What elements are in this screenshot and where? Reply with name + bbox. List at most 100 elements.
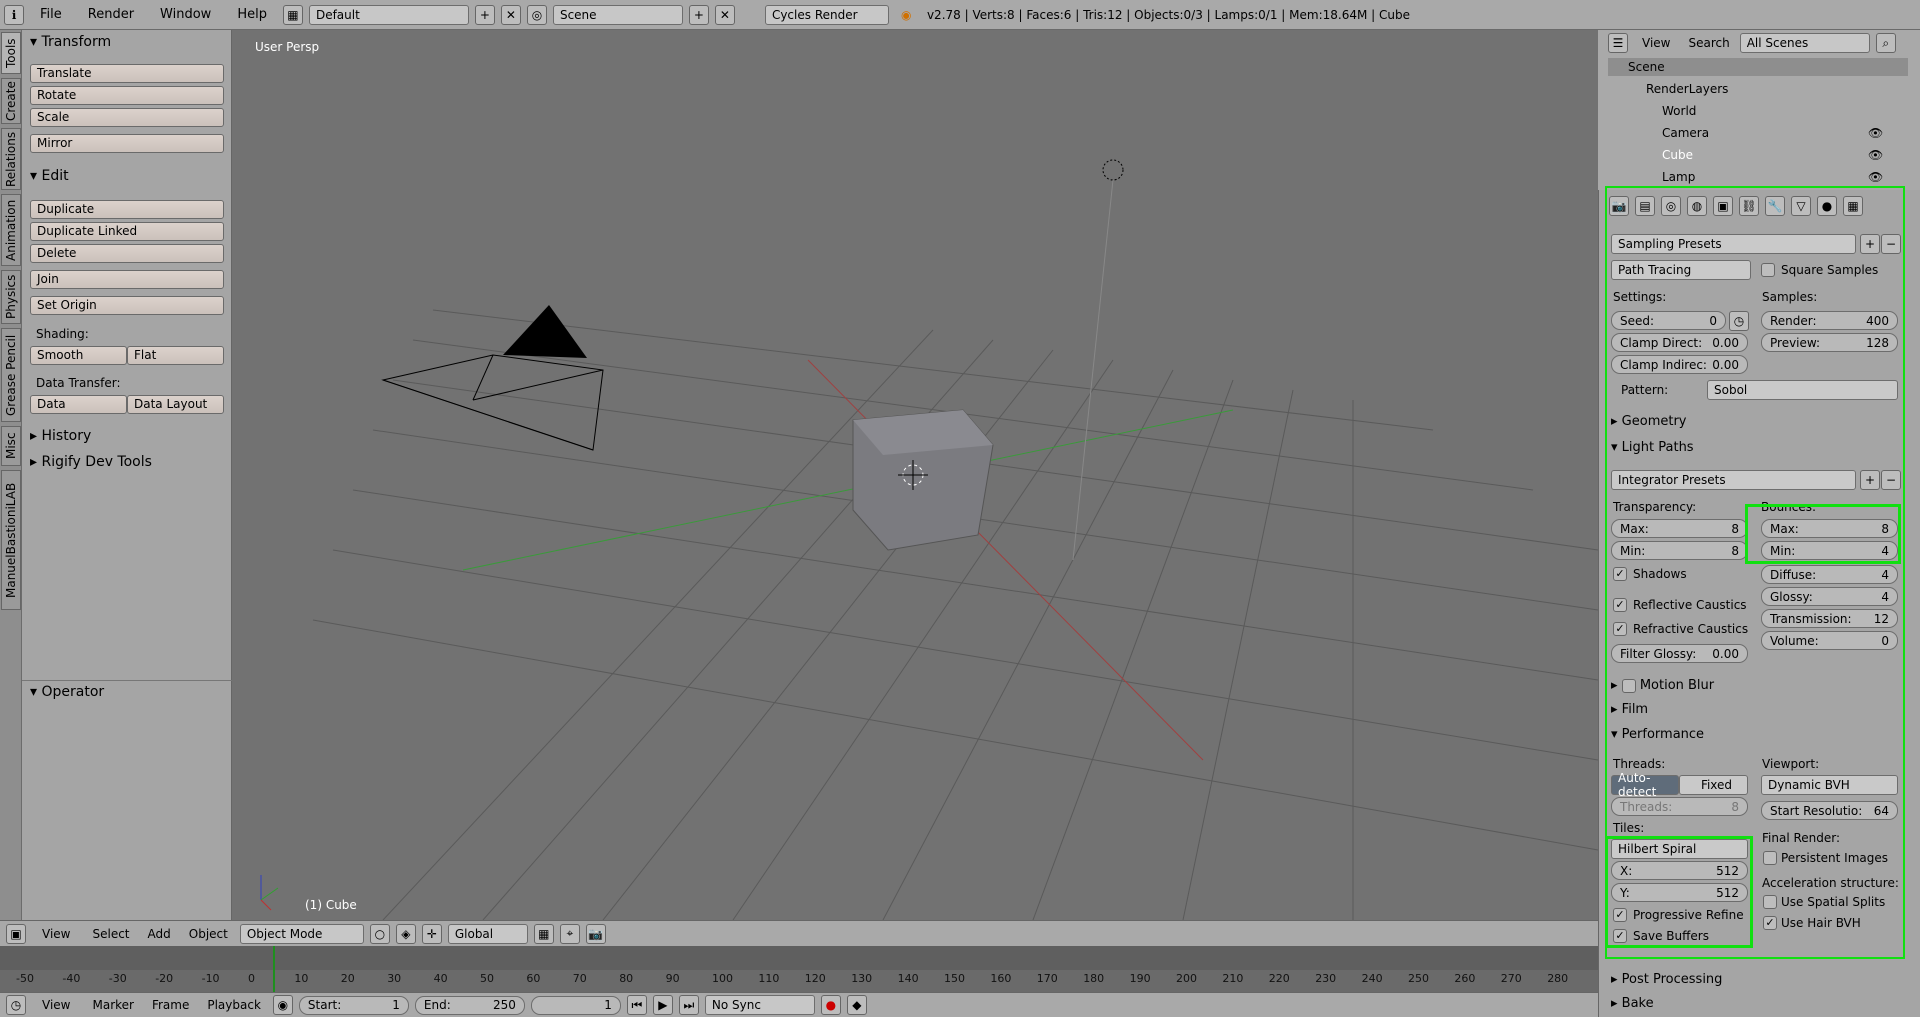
smooth-button[interactable]: Smooth (30, 346, 127, 365)
tab-grease-pencil[interactable]: Grease Pencil (1, 328, 21, 422)
hair-bvh-checkbox[interactable]: ✓ (1763, 916, 1777, 930)
scale-button[interactable]: Scale (30, 108, 224, 127)
menu-view[interactable]: View (32, 927, 80, 941)
start-resolution-field[interactable]: Start Resolutio: 64 (1761, 801, 1898, 820)
operator-panel-header[interactable]: ▾ Operator (30, 684, 104, 700)
render-icon[interactable]: 📷 (585, 923, 606, 944)
jump-start-icon[interactable]: ⏮ (626, 995, 647, 1015)
persistent-images-checkbox[interactable] (1763, 851, 1777, 865)
outliner-item-cube[interactable]: Cube (1662, 148, 1693, 162)
menu-render[interactable]: Render (78, 7, 144, 22)
timeline-tick: 220 (1268, 972, 1290, 985)
shading-icon[interactable]: ○ (369, 923, 390, 944)
auto-detect-button[interactable]: Auto-detect (1611, 771, 1679, 799)
outliner-scenes-dropdown[interactable]: All Scenes (1739, 33, 1870, 53)
mode-dropdown[interactable]: Object Mode (239, 923, 364, 944)
tab-misc[interactable]: Misc (1, 426, 21, 466)
tab-animation[interactable]: Animation (1, 194, 21, 266)
manipulator-icon[interactable]: ✛ (421, 923, 442, 944)
bake-panel-header[interactable]: ▸ Bake (1611, 996, 1654, 1011)
visibility-eye-icon[interactable]: 👁 (1868, 126, 1883, 140)
delete-button[interactable]: Delete (30, 244, 224, 263)
3d-viewport[interactable]: User Persp (1) Cube (233, 30, 1598, 920)
sync-dropdown[interactable]: No Sync (704, 995, 815, 1015)
record-icon[interactable]: ● (820, 995, 841, 1015)
tab-relations[interactable]: Relations (1, 128, 21, 190)
timeline-menu-view[interactable]: View (32, 998, 80, 1012)
set-origin-dropdown[interactable]: Set Origin (30, 296, 224, 315)
motion-blur-panel-header[interactable]: ▸ Motion Blur (1611, 678, 1714, 693)
rigify-panel-header[interactable]: ▸ Rigify Dev Tools (30, 454, 152, 470)
menu-help[interactable]: Help (227, 7, 277, 22)
start-frame-field[interactable]: Start: 1 (298, 995, 409, 1015)
menu-add[interactable]: Add (142, 927, 177, 941)
film-panel-header[interactable]: ▸ Film (1611, 702, 1648, 717)
edit-panel-header[interactable]: ▾ Edit (30, 168, 69, 184)
render-engine-dropdown[interactable]: Cycles Render (764, 4, 889, 25)
timeline-menu-marker[interactable]: Marker (86, 998, 139, 1012)
timeline-editor-icon[interactable]: ◷ (6, 995, 26, 1015)
outliner-item-camera[interactable]: Camera (1662, 126, 1709, 140)
outliner-item-lamp[interactable]: Lamp (1662, 170, 1695, 184)
data-layout-button[interactable]: Data Layout (127, 395, 224, 414)
add-scene-icon[interactable]: + (688, 4, 709, 25)
translate-button[interactable]: Translate (30, 64, 224, 83)
menu-select[interactable]: Select (86, 927, 135, 941)
layout-selector[interactable]: Default (308, 4, 469, 25)
outliner-item-renderlayers[interactable]: RenderLayers (1646, 82, 1728, 96)
duplicate-linked-button[interactable]: Duplicate Linked (30, 222, 224, 241)
end-frame-field[interactable]: End: 250 (414, 995, 525, 1015)
jump-end-icon[interactable]: ⏭ (678, 995, 699, 1015)
tab-tools[interactable]: Tools (1, 32, 21, 74)
tab-manuelbastionilab[interactable]: ManuelBastioniLAB (1, 470, 21, 610)
range-icon[interactable]: ◉ (272, 995, 293, 1015)
scene-selector[interactable]: Scene (552, 4, 683, 25)
search-icon[interactable]: ⌕ (1875, 33, 1896, 53)
fixed-button[interactable]: Fixed (1679, 775, 1748, 795)
orientation-dropdown[interactable]: Global (447, 923, 528, 944)
rotate-button[interactable]: Rotate (30, 86, 224, 105)
join-button[interactable]: Join (30, 270, 224, 289)
timeline-menu-frame[interactable]: Frame (146, 998, 195, 1012)
outliner-view-menu[interactable]: View (1634, 36, 1678, 50)
snap-icon[interactable]: ⌖ (559, 923, 580, 944)
timeline-menu-playback[interactable]: Playback (201, 998, 267, 1012)
visibility-eye-icon[interactable]: 👁 (1868, 170, 1883, 184)
current-frame-field[interactable]: 1 (530, 995, 621, 1015)
shading-label: Shading: (36, 327, 89, 341)
editor-type-icon[interactable]: ▣ (6, 923, 26, 944)
data-button[interactable]: Data (30, 395, 127, 414)
outliner-item-world[interactable]: World (1662, 104, 1696, 118)
performance-panel-header[interactable]: ▾ Performance (1611, 727, 1704, 742)
menu-object[interactable]: Object (183, 927, 234, 941)
history-panel-header[interactable]: ▸ History (30, 428, 91, 444)
flat-button[interactable]: Flat (127, 346, 224, 365)
outliner-item-scene[interactable]: Scene (1628, 60, 1665, 74)
menu-window[interactable]: Window (150, 7, 221, 22)
outliner-search-menu[interactable]: Search (1684, 36, 1733, 50)
tab-physics[interactable]: Physics (1, 270, 21, 324)
outliner-editor-icon[interactable]: ☰ (1608, 33, 1628, 53)
info-editor-icon[interactable]: ℹ (4, 4, 24, 25)
post-processing-panel-header[interactable]: ▸ Post Processing (1611, 972, 1722, 987)
mirror-button[interactable]: Mirror (30, 134, 224, 153)
scene-icon[interactable]: ◎ (526, 4, 547, 25)
play-icon[interactable]: ▶ (652, 995, 673, 1015)
pivot-icon[interactable]: ◈ (395, 923, 416, 944)
layout-icon[interactable]: ▦ (282, 4, 303, 25)
tab-create[interactable]: Create (1, 78, 21, 124)
keyframe-icon[interactable]: ◆ (846, 995, 867, 1015)
transform-panel-header[interactable]: ▾ Transform (30, 34, 111, 50)
spatial-splits-checkbox[interactable] (1763, 895, 1777, 909)
add-layout-icon[interactable]: + (474, 4, 495, 25)
layers-icon[interactable]: ▦ (533, 923, 554, 944)
menu-file[interactable]: File (30, 7, 72, 22)
current-frame-marker[interactable] (273, 946, 275, 992)
viewport-bvh-dropdown[interactable]: Dynamic BVH (1761, 775, 1898, 795)
timeline[interactable]: -50 -40 -30 -20 -10 0 10 20 30 40 50 60 70 80 90 100 110… (0, 946, 1598, 992)
motion-blur-checkbox[interactable] (1621, 678, 1636, 693)
remove-scene-icon[interactable]: ✕ (714, 4, 735, 25)
remove-layout-icon[interactable]: ✕ (500, 4, 521, 25)
duplicate-button[interactable]: Duplicate (30, 200, 224, 219)
visibility-eye-icon[interactable]: 👁 (1868, 148, 1883, 162)
